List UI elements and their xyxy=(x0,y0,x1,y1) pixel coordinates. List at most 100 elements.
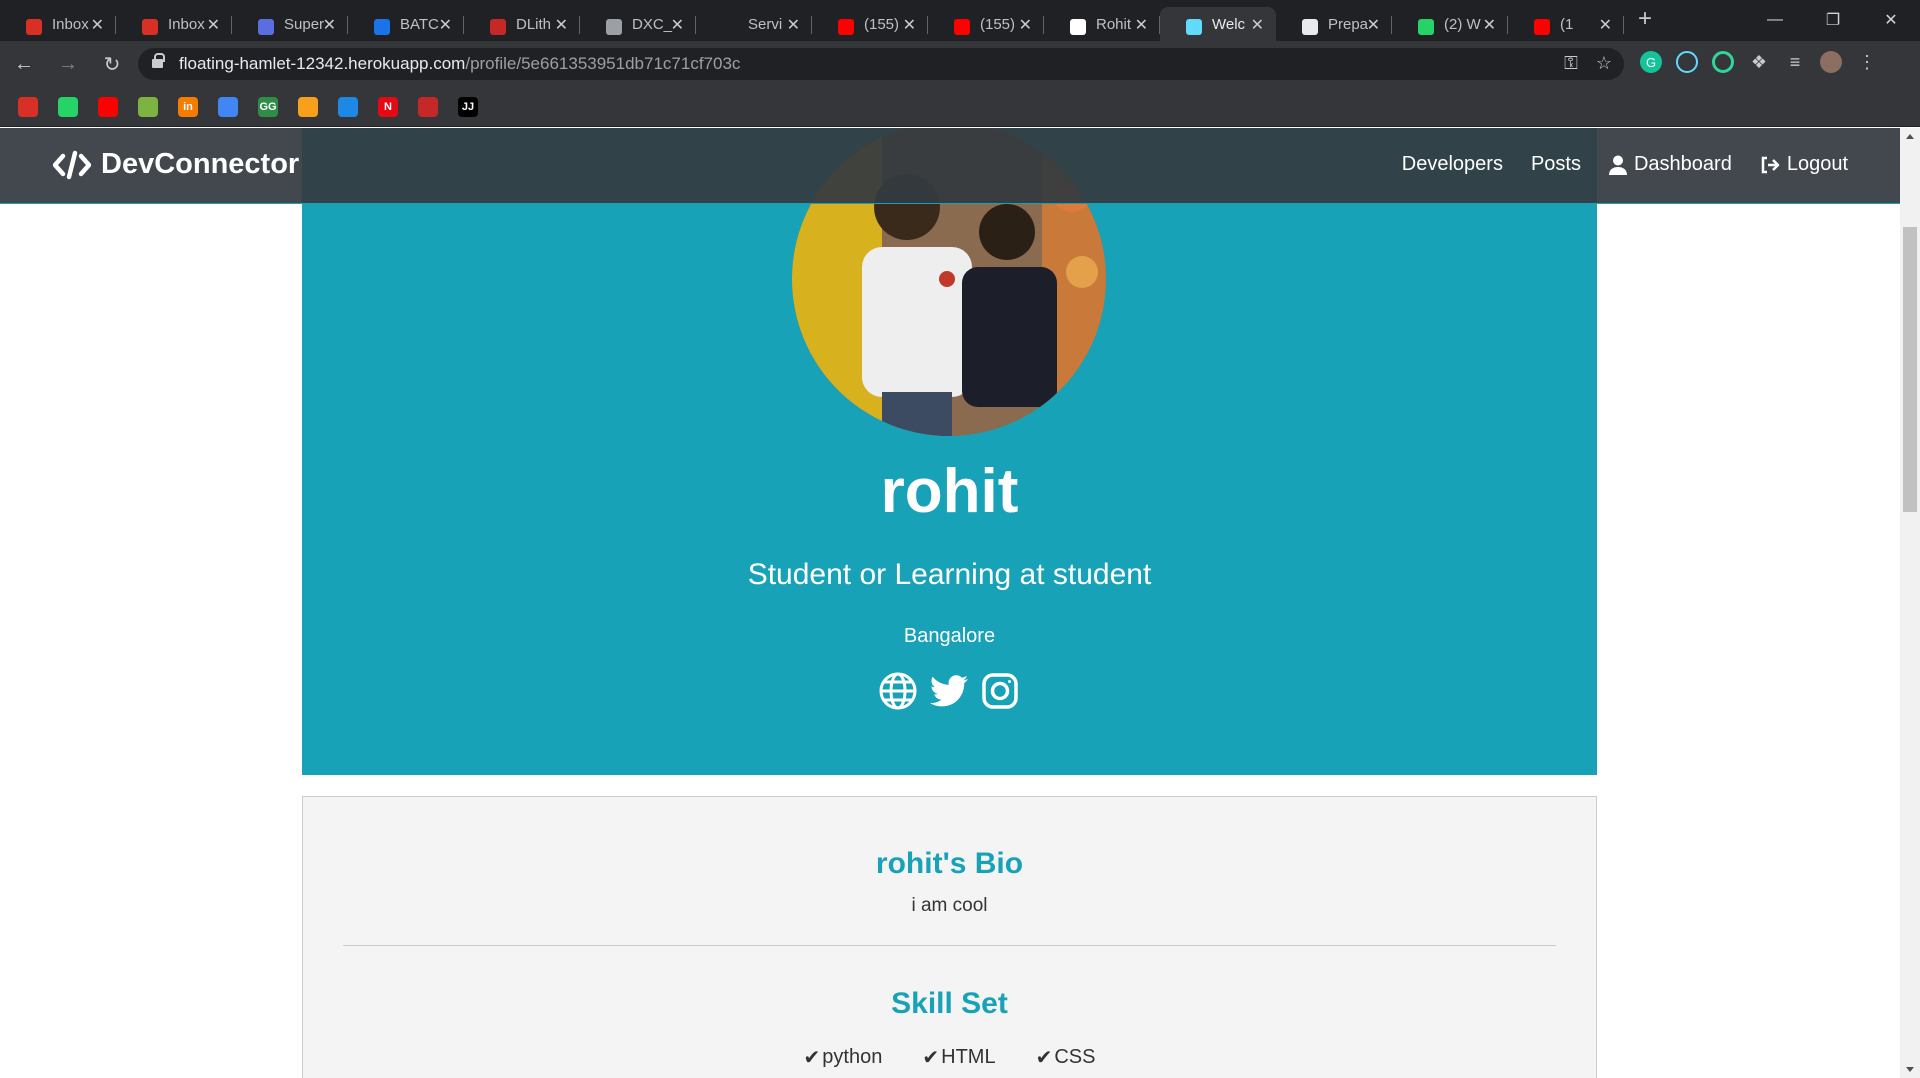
browser-tab[interactable]: Welc ✕ xyxy=(1160,7,1276,41)
url-path: /profile/5e661353951db71c71cf703c xyxy=(465,54,741,73)
code-icon xyxy=(53,150,91,179)
reload-button[interactable]: ↻ xyxy=(92,44,132,84)
bookmark-speed-icon[interactable] xyxy=(418,96,438,117)
batch-icon xyxy=(374,19,390,35)
browser-toolbar: ← → ↻ floating-hamlet-12342.herokuapp.co… xyxy=(0,41,1920,87)
bookmark-youtube-icon[interactable] xyxy=(98,96,118,117)
close-tab-icon[interactable]: ✕ xyxy=(1019,15,1032,35)
browser-tab[interactable]: (155) ✕ xyxy=(928,7,1044,41)
close-tab-icon[interactable]: ✕ xyxy=(207,15,220,35)
nav-posts[interactable]: Posts xyxy=(1531,153,1581,176)
browser-tab[interactable]: Prepa ✕ xyxy=(1276,7,1392,41)
close-tab-icon[interactable]: ✕ xyxy=(439,15,452,35)
skills-title: Skill Set xyxy=(891,987,1008,1020)
bookmark-cycle-icon[interactable] xyxy=(338,96,358,117)
browser-tab[interactable]: DXC_ ✕ xyxy=(580,7,696,41)
bookmark-netflix-icon[interactable]: N xyxy=(378,96,398,117)
close-tab-icon[interactable]: ✕ xyxy=(1483,15,1496,35)
bookmark-jj-icon[interactable]: JJ xyxy=(458,96,478,117)
browser-tab[interactable]: (155) ✕ xyxy=(812,7,928,41)
nav-developers[interactable]: Developers xyxy=(1402,153,1503,176)
browser-tab[interactable]: BATC ✕ xyxy=(348,7,464,41)
bookmark-docs-icon[interactable] xyxy=(218,96,238,117)
browser-tab[interactable]: Inbox ✕ xyxy=(116,7,232,41)
github-icon xyxy=(1070,19,1086,35)
check-icon: ✔ xyxy=(803,1047,821,1069)
restore-button[interactable]: ❐ xyxy=(1804,0,1862,40)
browser-tab[interactable]: (2) W ✕ xyxy=(1392,7,1508,41)
browser-tab[interactable]: Servi ✕ xyxy=(696,7,812,41)
address-bar[interactable]: floating-hamlet-12342.herokuapp.com/prof… xyxy=(138,48,1624,80)
nav-dashboard[interactable]: Dashboard xyxy=(1608,153,1732,176)
close-tab-icon[interactable]: ✕ xyxy=(323,15,336,35)
profile-location: Bangalore xyxy=(903,625,996,647)
page-scrollbar[interactable] xyxy=(1900,128,1920,1078)
react-icon xyxy=(1186,19,1202,35)
bookmark-hackerrank-icon[interactable] xyxy=(298,96,318,117)
super-icon xyxy=(258,19,274,35)
bookmark-gfg-icon[interactable]: GG xyxy=(258,96,278,117)
extensions-area: G ❖ ≡ ⋮ xyxy=(1640,51,1878,73)
profile-name: rohit xyxy=(880,457,1019,526)
media-queue-icon[interactable]: ≡ xyxy=(1784,51,1806,73)
youtube-icon xyxy=(954,19,970,35)
url-host: floating-hamlet-12342.herokuapp.com xyxy=(179,54,466,73)
close-window-button[interactable]: ✕ xyxy=(1862,0,1920,40)
nav-links: Developers Posts Dashboard Logout xyxy=(1402,153,1848,176)
site-navbar: DevConnector Developers Posts Dashboard … xyxy=(0,128,1900,204)
star-icon[interactable]: ☆ xyxy=(1596,53,1612,74)
brand-logo[interactable]: DevConnector xyxy=(53,148,299,181)
bookmark-whatsapp-icon[interactable] xyxy=(58,96,78,117)
skills-list: ✔ python ✔ HTML ✔ CSS xyxy=(303,1045,1596,1070)
skill-label: HTML xyxy=(941,1046,996,1068)
key-icon[interactable]: ⚿ xyxy=(1564,53,1578,74)
profile-avatar-icon[interactable] xyxy=(1820,51,1842,73)
check-icon: ✔ xyxy=(922,1047,940,1069)
skill-item: ✔ CSS xyxy=(1036,1045,1096,1070)
scroll-up-arrow-icon[interactable] xyxy=(1906,134,1914,139)
close-tab-icon[interactable]: ✕ xyxy=(1367,15,1380,35)
scroll-down-arrow-icon[interactable] xyxy=(1906,1067,1914,1072)
nav-logout[interactable]: Logout xyxy=(1760,153,1848,176)
skill-item: ✔ python xyxy=(804,1045,883,1070)
close-tab-icon[interactable]: ✕ xyxy=(1251,15,1264,35)
prepa-icon xyxy=(1302,19,1318,35)
react-devtools-icon[interactable] xyxy=(1676,51,1698,73)
browser-tab[interactable]: Rohit ✕ xyxy=(1044,7,1160,41)
minimize-button[interactable]: — xyxy=(1746,0,1804,40)
bookmark-in-icon[interactable]: in xyxy=(178,96,198,117)
scrollbar-thumb[interactable] xyxy=(1903,227,1917,512)
puzzle-icon[interactable]: ❖ xyxy=(1748,51,1770,73)
service-icon xyxy=(722,19,738,35)
forward-button[interactable]: → xyxy=(48,44,88,84)
youtube-icon xyxy=(1534,19,1550,35)
lock-icon xyxy=(152,53,165,70)
close-tab-icon[interactable]: ✕ xyxy=(787,15,800,35)
browser-tab[interactable]: Super ✕ xyxy=(232,7,348,41)
close-tab-icon[interactable]: ✕ xyxy=(903,15,916,35)
browser-tab[interactable]: (1 ✕ xyxy=(1508,7,1624,41)
browser-tab[interactable]: Inbox ✕ xyxy=(0,7,116,41)
window-controls: — ❐ ✕ xyxy=(1746,0,1920,40)
circle-extension-icon[interactable] xyxy=(1712,51,1734,73)
back-button[interactable]: ← xyxy=(4,44,44,84)
grammarly-icon[interactable]: G xyxy=(1640,51,1662,73)
close-tab-icon[interactable]: ✕ xyxy=(671,15,684,35)
close-tab-icon[interactable]: ✕ xyxy=(91,15,104,35)
twitter-icon[interactable] xyxy=(928,671,970,716)
bookmark-play-icon[interactable] xyxy=(138,96,158,117)
check-icon: ✔ xyxy=(1035,1047,1053,1069)
bookmark-gmail-icon[interactable] xyxy=(18,96,38,117)
menu-kebab-icon[interactable]: ⋮ xyxy=(1856,51,1878,73)
user-icon xyxy=(1608,155,1627,175)
brand-name: DevConnector xyxy=(101,148,300,180)
globe-icon[interactable] xyxy=(878,671,918,716)
bio-title: rohit's Bio xyxy=(875,847,1024,880)
close-tab-icon[interactable]: ✕ xyxy=(1599,15,1612,35)
close-tab-icon[interactable]: ✕ xyxy=(555,15,568,35)
skill-item: ✔ HTML xyxy=(922,1045,995,1070)
instagram-icon[interactable] xyxy=(980,671,1020,716)
new-tab-button[interactable]: + xyxy=(1638,5,1652,33)
browser-tab[interactable]: DLith ✕ xyxy=(464,7,580,41)
close-tab-icon[interactable]: ✕ xyxy=(1135,15,1148,35)
